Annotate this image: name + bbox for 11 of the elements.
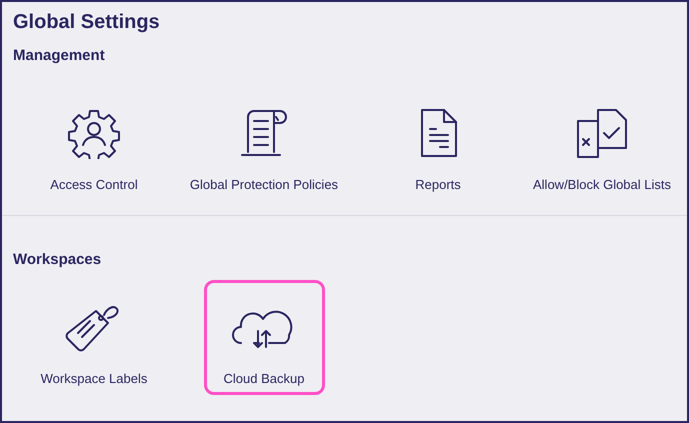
settings-tile[interactable]: Allow/Block Global Lists bbox=[530, 86, 674, 201]
page-title: Global Settings bbox=[13, 10, 161, 35]
settings-tile[interactable]: Cloud Backup bbox=[204, 280, 324, 395]
gear-user-icon bbox=[68, 107, 120, 159]
settings-tile[interactable]: Access Control bbox=[34, 86, 154, 201]
documents-check-icon bbox=[574, 107, 630, 159]
settings-tile[interactable]: Reports bbox=[378, 86, 498, 201]
section-heading: Management bbox=[13, 46, 106, 66]
settings-tile[interactable]: Global Protection Policies bbox=[186, 86, 342, 201]
settings-tile[interactable]: Workspace Labels bbox=[34, 280, 154, 395]
section-heading: Workspaces bbox=[13, 250, 102, 270]
